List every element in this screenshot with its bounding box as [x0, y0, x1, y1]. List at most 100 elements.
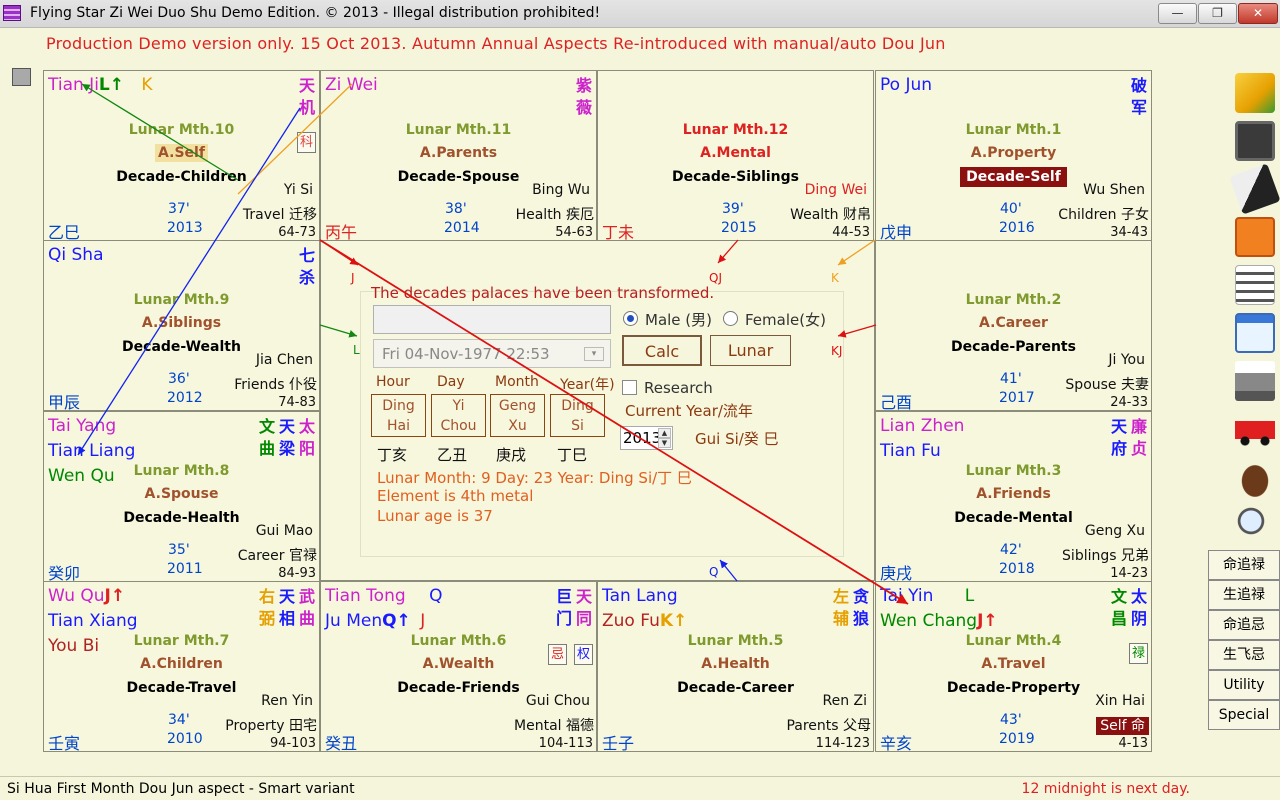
palace-ding-wei[interactable]: Lunar Mth.12 A.Mental Decade-Siblings Di… — [597, 70, 874, 241]
year-pillar[interactable]: Ding Si — [550, 394, 605, 437]
annual-aspect: A.Health — [701, 656, 770, 672]
decade-range: 84-93 — [278, 566, 316, 581]
star-extra-mark: L — [964, 586, 975, 606]
research-checkbox[interactable] — [622, 380, 637, 395]
lunar-button[interactable]: Lunar — [710, 335, 791, 366]
year: 2017 — [999, 390, 1035, 406]
ganzhi: 己酉 — [880, 393, 913, 411]
palace-gui-chou[interactable]: Tian Tong Q Ju MenQ↑ J 巨门 天同 忌 权 Lunar M… — [320, 581, 597, 752]
star-name-2: Ju Men — [325, 611, 383, 631]
palace-yi-si[interactable]: Tian JiL↑ K 天机 科 Lunar Mth.10 A.Self Dec… — [43, 70, 320, 241]
minimize-button[interactable]: — — [1158, 3, 1197, 24]
ganzhi: 壬子 — [602, 734, 635, 752]
mouse-icon[interactable] — [1230, 454, 1280, 500]
palace-jia-chen[interactable]: Qi Sha 七杀 Lunar Mth.9 A.Siblings Decade-… — [43, 240, 320, 411]
lunar-month: Lunar Mth.1 — [965, 122, 1062, 138]
lunar-month: Lunar Mth.6 — [410, 633, 507, 649]
year: 2019 — [999, 731, 1035, 747]
female-radio[interactable] — [723, 311, 738, 326]
special-button[interactable]: Special — [1208, 700, 1280, 730]
current-year-input[interactable]: 2013 ▲ ▼ — [620, 426, 673, 450]
sector-name: Bing Wu — [532, 182, 590, 198]
palace-geng-xu[interactable]: Lian Zhen Tian Fu 天府 廉贞 Lunar Mth.3 A.Fr… — [875, 411, 1152, 582]
star-chinese-label: 天机 — [298, 76, 315, 117]
decade-range: 14-23 — [1110, 566, 1148, 581]
year: 2015 — [721, 220, 757, 236]
annual-aspect: A.Career — [979, 315, 1048, 331]
ming-zhui-lu-button[interactable]: 命追禄 — [1208, 550, 1280, 580]
year: 2012 — [167, 390, 203, 406]
sector-name: Wu Shen — [1083, 182, 1145, 198]
decade-range: 54-63 — [555, 225, 593, 240]
app-icon — [3, 5, 21, 21]
palace-gui-mao[interactable]: Tai Yang Tian Liang Wen Qu 文曲 天梁 太阳 Luna… — [43, 411, 320, 582]
lunar-month: Lunar Mth.5 — [687, 633, 784, 649]
lunar-date-info: Lunar Month: 9 Day: 23 Year: Ding Si/丁 巳 — [377, 469, 692, 487]
current-year-ganzhi: Gui Si/癸 巳 — [695, 430, 779, 448]
annual-aspect: A.Friends — [976, 486, 1051, 502]
sheng-fei-ji-button[interactable]: 生飞忌 — [1208, 640, 1280, 670]
decade-label: Decade-Children — [116, 169, 247, 185]
star-transform-mark: J↑ — [977, 611, 998, 631]
star-chinese-label: 巨门 — [555, 587, 572, 628]
day-pillar[interactable]: Yi Chou — [431, 394, 486, 437]
palace-ren-yin[interactable]: Wu QuJ↑ Tian Xiang You Bi 右弼 天相 武曲 Lunar… — [43, 581, 320, 752]
sheng-zhui-lu-button[interactable]: 生追禄 — [1208, 580, 1280, 610]
calculator-icon[interactable] — [1230, 214, 1280, 260]
ming-zhui-ji-button[interactable]: 命追忌 — [1208, 610, 1280, 640]
star-chinese-label: 紫薇 — [575, 76, 592, 117]
calc-button[interactable]: Calc — [622, 335, 702, 366]
eraser-icon[interactable] — [1229, 163, 1280, 215]
year: 2013 — [167, 220, 203, 236]
open-folder-icon[interactable] — [1230, 70, 1280, 116]
utility-button[interactable]: Utility — [1208, 670, 1280, 700]
star-chinese-label-2: 天相 — [278, 587, 295, 628]
female-label: Female(女) — [745, 311, 826, 329]
palace-name: Wealth 财帛 — [790, 207, 871, 223]
star-name: Tian Tong — [325, 586, 406, 606]
close-button[interactable]: ✕ — [1238, 3, 1278, 24]
ganzhi: 丁未 — [602, 223, 635, 241]
decade-range: 74-83 — [278, 395, 316, 410]
palace-xin-hai[interactable]: Tai Yin L Wen ChangJ↑ 文昌 太阴 禄 Lunar Mth.… — [875, 581, 1152, 752]
printer-icon[interactable] — [1230, 358, 1280, 404]
maximize-button[interactable]: ❐ — [1198, 3, 1237, 24]
age: 40' — [1000, 201, 1022, 217]
ganzhi: 丙午 — [325, 223, 358, 241]
month-pillar[interactable]: Geng Xu — [490, 394, 545, 437]
sector-name: Ding Wei — [804, 182, 867, 198]
options-square-button[interactable] — [12, 68, 31, 86]
calendar-dropdown-icon[interactable]: ▾ — [584, 347, 604, 361]
year-up-icon[interactable]: ▲ — [658, 428, 671, 438]
birth-date-picker[interactable]: Fri 04-Nov-1977 22:53 ▾ — [373, 339, 611, 368]
star-chinese-label: 天府 — [1110, 417, 1127, 458]
palace-ji-you[interactable]: Lunar Mth.2 A.Career Decade-Parents Ji Y… — [875, 240, 1152, 411]
element-info: Element is 4th metal — [377, 487, 534, 505]
male-radio[interactable] — [623, 311, 638, 326]
star-name: Zi Wei — [325, 75, 378, 95]
star-transform-mark: L↑ — [98, 75, 124, 95]
annual-aspect: A.Parents — [419, 145, 498, 161]
sector-name: Geng Xu — [1084, 523, 1145, 539]
lunar-month: Lunar Mth.9 — [133, 292, 230, 308]
name-input[interactable] — [373, 305, 611, 334]
magnifier-icon[interactable] — [1230, 502, 1280, 548]
palace-ren-zi[interactable]: Tan Lang Zuo FuK↑ 左辅 贪狼 Lunar Mth.5 A.He… — [597, 581, 874, 752]
sector-name: Gui Chou — [525, 693, 590, 709]
list-icon[interactable] — [1230, 262, 1280, 308]
age: 34' — [168, 712, 190, 728]
annual-aspect: A.Travel — [981, 656, 1046, 672]
title-bar: Flying Star Zi Wei Duo Shu Demo Edition.… — [0, 0, 1280, 28]
palace-name: Self 命 — [1096, 715, 1149, 735]
self-palace-badge: Self 命 — [1096, 717, 1149, 735]
calendar-window-icon[interactable] — [1230, 310, 1280, 356]
palace-wu-shen[interactable]: Po Jun 破军 Lunar Mth.1 A.Property Decade-… — [875, 70, 1152, 241]
star-name: Qi Sha — [48, 245, 104, 265]
star-name: Po Jun — [880, 75, 933, 95]
car-icon[interactable] — [1230, 406, 1280, 452]
hour-pillar[interactable]: Ding Hai — [371, 394, 426, 437]
save-disk-icon[interactable] — [1230, 118, 1280, 164]
star-name: Tai Yang — [48, 416, 117, 436]
palace-bing-wu[interactable]: Zi Wei 紫薇 Lunar Mth.11 A.Parents Decade-… — [320, 70, 597, 241]
year-down-icon[interactable]: ▼ — [658, 438, 671, 448]
